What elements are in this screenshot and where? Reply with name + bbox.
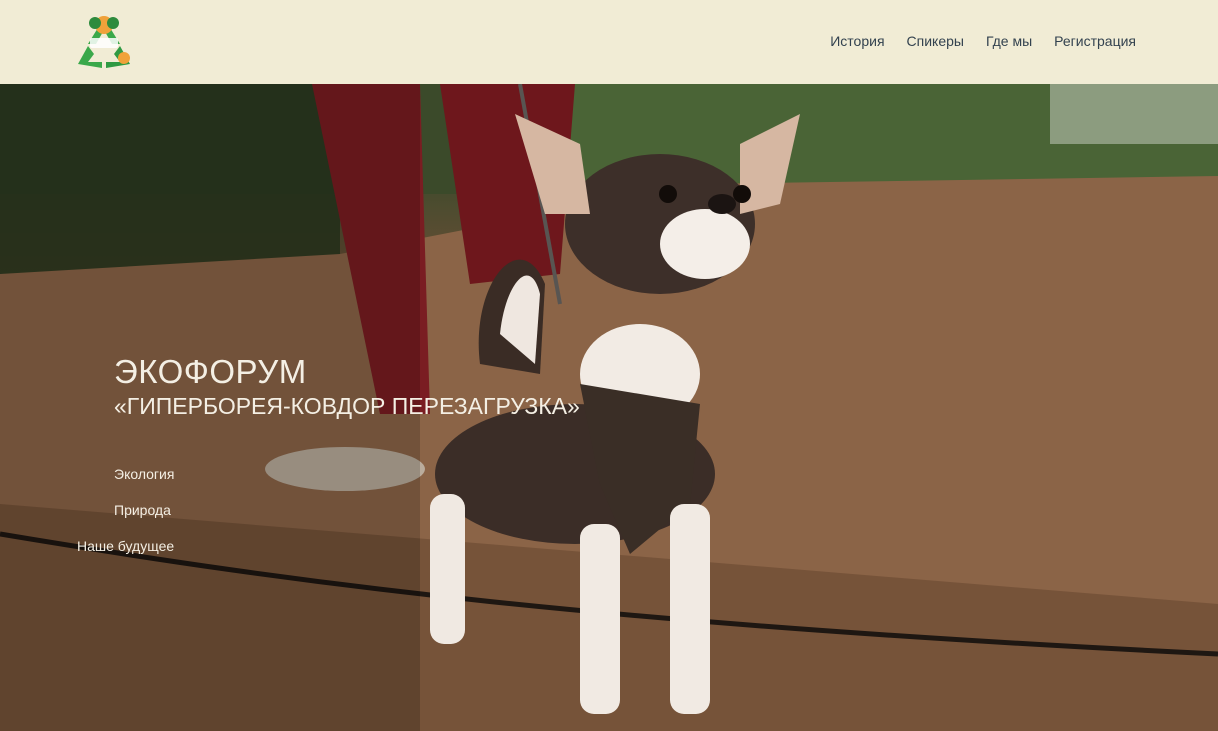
nav-item-speakers[interactable]: Спикеры xyxy=(907,33,964,49)
hero-section: ЭКОФОРУМ «ГИПЕРБОРЕЯ-КОВДОР ПЕРЕЗАГРУЗКА… xyxy=(0,84,1218,731)
hero-title-block: ЭКОФОРУМ «ГИПЕРБОРЕЯ-КОВДОР ПЕРЕЗАГРУЗКА… xyxy=(114,354,580,420)
eco-recycle-logo-icon[interactable] xyxy=(74,14,134,70)
tag-nature: Природа xyxy=(114,502,171,518)
tag-ecology: Экология xyxy=(114,466,175,482)
site-header: История Спикеры Где мы Регистрация xyxy=(0,0,1218,84)
nav-item-location[interactable]: Где мы xyxy=(986,33,1032,49)
tag-our-future: Наше будущее xyxy=(77,538,175,554)
main-nav: История Спикеры Где мы Регистрация xyxy=(830,33,1136,49)
hero-title: ЭКОФОРУМ xyxy=(114,353,307,390)
nav-item-history[interactable]: История xyxy=(830,33,884,49)
nav-item-registration[interactable]: Регистрация xyxy=(1054,33,1136,49)
hero-subtitle: «ГИПЕРБОРЕЯ-КОВДОР ПЕРЕЗАГРУЗКА» xyxy=(114,393,580,419)
